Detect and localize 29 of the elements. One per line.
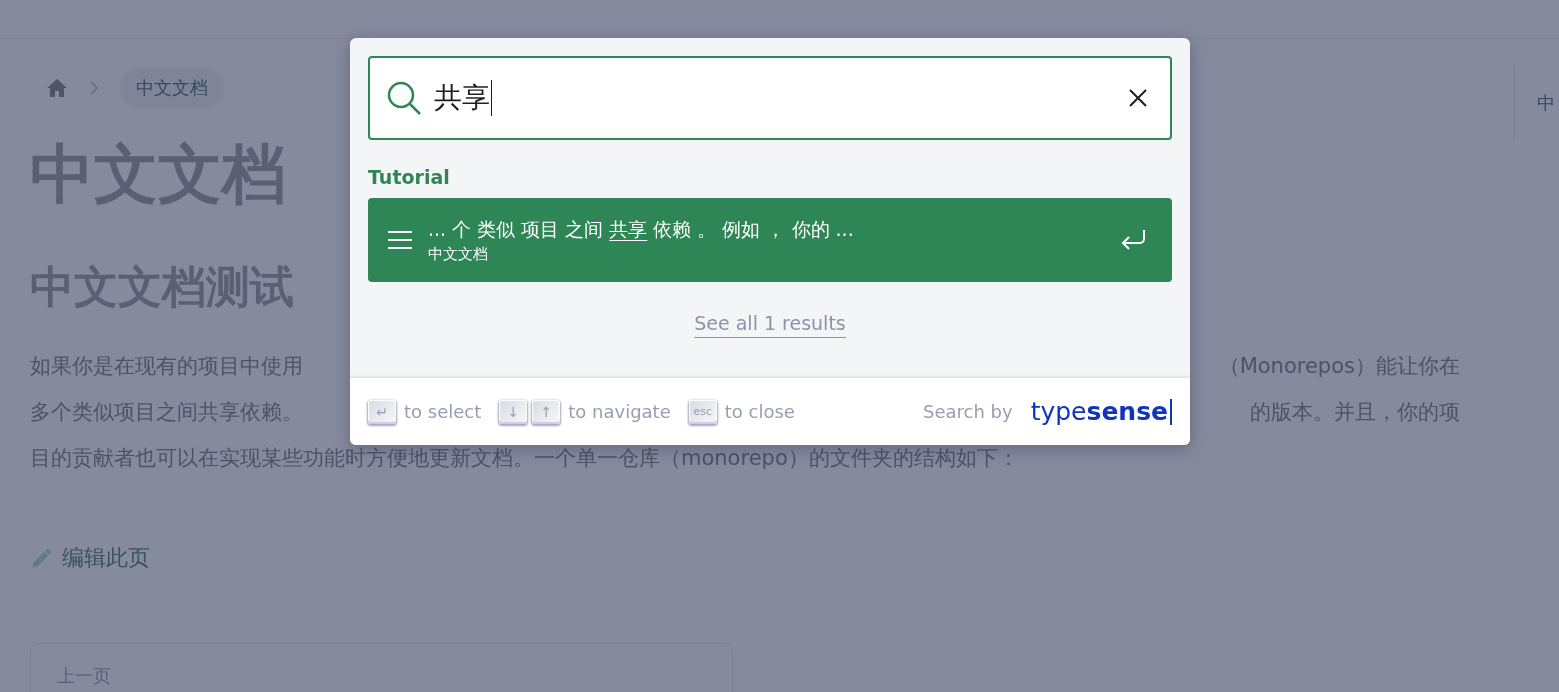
search-query: 共享: [434, 80, 492, 116]
shortcut-hint: to navigate: [568, 401, 671, 422]
key-cap: ↓: [499, 399, 528, 424]
paragraph-text: 的版本。并且，你的项: [1250, 399, 1460, 426]
search-by-label: Search by: [923, 401, 1013, 422]
enter-icon: [1120, 229, 1146, 251]
paragraph-text: 多个类似项目之间共享依赖。: [30, 399, 303, 426]
search-icon: [386, 80, 422, 116]
result-section-title: Tutorial: [368, 166, 451, 188]
result-path: 中文文档: [428, 244, 489, 264]
toc-item[interactable]: 中: [1537, 91, 1555, 115]
key-cap: ↑: [532, 399, 561, 424]
shortcut-hint: to select: [404, 401, 482, 422]
see-all-link[interactable]: See all 1 results: [694, 312, 846, 338]
search-field[interactable]: 共享: [368, 56, 1172, 140]
menu-icon: [388, 231, 412, 249]
paragraph-text: 如果你是在现有的项目中使用: [30, 353, 303, 380]
edit-page-link[interactable]: 编辑此页: [30, 543, 150, 573]
close-icon[interactable]: [1128, 88, 1148, 108]
key-cap: ↵: [368, 399, 396, 424]
chevron-icon: [90, 81, 98, 95]
typesense-logo[interactable]: typesense: [1030, 398, 1172, 425]
pencil-icon: [30, 546, 54, 570]
shortcut-hint: to close: [724, 401, 795, 422]
result-title: ... 个 类似 项目 之间 共享 依赖 。 例如 ， 你的 ...: [428, 216, 855, 242]
key-cap: esc: [688, 399, 717, 424]
breadcrumb-item[interactable]: 中文文档: [120, 68, 224, 108]
paragraph-text: （Monorepos）能让你在: [1218, 353, 1460, 380]
search-result[interactable]: ... 个 类似 项目 之间 共享 依赖 。 例如 ， 你的 ... 中文文档: [368, 198, 1172, 282]
